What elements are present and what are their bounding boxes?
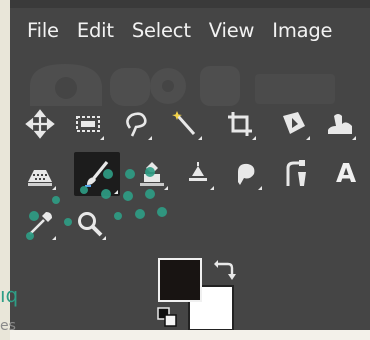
tool-group-indicator	[100, 136, 104, 140]
tool-group-indicator	[210, 186, 214, 190]
menu-view[interactable]: View	[200, 8, 263, 54]
paths-tool[interactable]	[278, 156, 314, 192]
foreground-color-swatch[interactable]	[158, 258, 202, 302]
bucket-fill-tool[interactable]	[22, 156, 58, 192]
paths-icon	[286, 160, 306, 186]
warp-transform-tool[interactable]	[322, 106, 358, 142]
tool-group-indicator	[306, 136, 310, 140]
menu-file[interactable]: File	[10, 8, 68, 54]
tool-group-indicator	[352, 136, 356, 140]
move-tool[interactable]	[22, 106, 58, 142]
menu-edit[interactable]: Edit	[68, 8, 123, 54]
zoom-tool[interactable]	[72, 206, 108, 242]
menu-image[interactable]: Image	[263, 8, 341, 54]
tool-group-indicator	[252, 136, 256, 140]
menu-select[interactable]: Select	[123, 8, 200, 54]
title-strip	[10, 0, 370, 8]
heal-tool[interactable]	[180, 156, 216, 192]
unified-transform-tool[interactable]	[276, 106, 312, 142]
tool-group-indicator	[198, 136, 202, 140]
page-edge	[0, 0, 10, 340]
wilber-ghost-logo	[30, 64, 335, 106]
color-picker-tool[interactable]	[22, 206, 58, 242]
tool-group-indicator	[52, 236, 56, 240]
tool-group-indicator	[164, 186, 168, 190]
reset-colors-icon[interactable]	[156, 306, 178, 328]
move-icon	[25, 109, 55, 139]
tool-group-indicator	[102, 236, 106, 240]
menu-bar: File Edit Select View Image	[10, 8, 370, 54]
crop-tool[interactable]	[222, 106, 258, 142]
text-icon: A	[335, 159, 357, 189]
tool-group-indicator	[52, 186, 56, 190]
tool-group-indicator	[148, 136, 152, 140]
clone-tool[interactable]	[134, 156, 170, 192]
fuzzy-select-tool[interactable]	[168, 106, 204, 142]
paintbrush-tool[interactable]	[74, 152, 120, 196]
swap-colors-icon[interactable]	[212, 258, 236, 282]
gimp-window: File Edit Select View Image A	[10, 0, 370, 330]
tool-group-indicator	[258, 186, 262, 190]
paintbrush-icon	[85, 160, 109, 187]
tool-group-indicator	[114, 190, 118, 194]
free-select-tool[interactable]	[118, 106, 154, 142]
smudge-tool[interactable]	[228, 156, 264, 192]
text-tool[interactable]: A	[328, 156, 364, 192]
rect-select-tool[interactable]	[70, 106, 106, 142]
